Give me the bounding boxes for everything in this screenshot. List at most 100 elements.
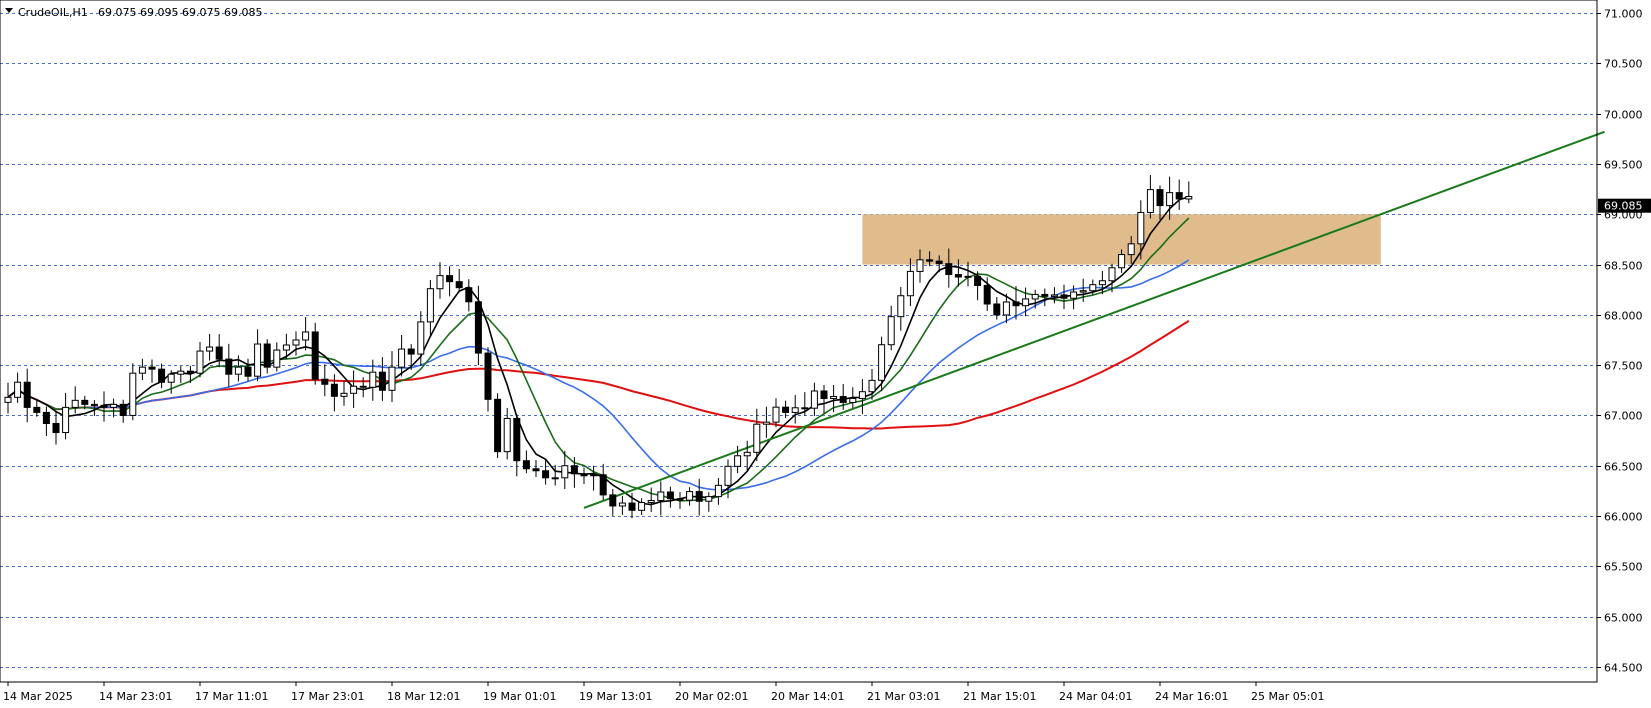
candle-body <box>858 391 866 399</box>
time-tick-label: 20 Mar 14:01 <box>771 690 844 703</box>
candle-body <box>724 465 732 486</box>
candle-body <box>561 465 569 479</box>
candle-body <box>426 288 434 323</box>
candle-body <box>1089 284 1097 292</box>
candle-body <box>71 399 79 408</box>
candle-body <box>119 403 127 416</box>
time-tick-label: 20 Mar 02:01 <box>675 690 748 703</box>
time-tick-label: 19 Mar 13:01 <box>579 690 652 703</box>
candle-body <box>964 275 972 278</box>
candle-body <box>158 368 166 383</box>
candle-body <box>993 303 1001 316</box>
candle-body <box>138 366 146 374</box>
time-tick-label: 24 Mar 04:01 <box>1059 690 1132 703</box>
price-tick-label: 70.500 <box>1604 58 1643 71</box>
candle-body <box>983 284 991 305</box>
chart-background <box>0 0 1651 708</box>
price-tick-label: 65.500 <box>1604 561 1643 574</box>
candle-body <box>599 474 607 496</box>
candle-body <box>282 344 290 351</box>
candle-body <box>100 404 108 408</box>
candle-body <box>378 371 386 391</box>
candle-body <box>1002 301 1010 316</box>
time-tick-label: 18 Mar 12:01 <box>387 690 460 703</box>
candle-body <box>762 421 770 425</box>
candle-body <box>465 287 473 303</box>
candle-body <box>42 411 50 424</box>
candle-body <box>110 403 118 408</box>
candle-body <box>1156 189 1164 207</box>
candle-body <box>839 396 847 403</box>
time-tick-label: 25 Mar 05:01 <box>1251 690 1324 703</box>
candle-body <box>532 468 540 472</box>
candle-body <box>1108 267 1116 282</box>
candle-body <box>417 321 425 355</box>
candle-body <box>33 406 41 413</box>
candle-body <box>186 370 194 374</box>
candle-body <box>398 348 406 368</box>
candle-body <box>618 502 626 507</box>
candle-body <box>1098 280 1106 286</box>
candle-body <box>542 470 550 479</box>
candle-body <box>954 274 962 278</box>
candle-body <box>254 343 262 377</box>
candle-body <box>772 406 780 423</box>
candle-body <box>263 343 271 368</box>
candle-body <box>167 373 175 383</box>
candle-body <box>4 396 12 403</box>
time-tick-label: 24 Mar 16:01 <box>1155 690 1228 703</box>
candle-body <box>887 316 895 346</box>
candle-body <box>1050 294 1058 297</box>
candle-body <box>23 381 31 408</box>
candle-body <box>801 407 809 410</box>
ohlc-values: 69.075 69.095 69.075 69.085 <box>98 6 262 19</box>
candle-body <box>484 352 492 400</box>
candle-body <box>906 270 914 297</box>
candle <box>311 322 319 385</box>
candle-body <box>81 399 89 405</box>
candle-body <box>215 346 223 360</box>
candle-body <box>1118 254 1126 269</box>
candle-body <box>273 349 281 368</box>
candle-body <box>753 423 761 453</box>
price-tick-label: 65.000 <box>1604 612 1643 625</box>
price-chart[interactable]: 71.00070.50070.00069.50069.00068.50068.0… <box>0 0 1651 708</box>
candle-body <box>945 263 953 276</box>
candle-body <box>62 406 70 434</box>
candle-body <box>878 344 886 381</box>
candle-body <box>321 378 329 385</box>
candle-body <box>849 397 857 403</box>
candle-body <box>129 372 137 416</box>
candle-body <box>695 491 703 502</box>
candle-body <box>148 366 156 370</box>
price-tick-label: 68.000 <box>1604 310 1643 323</box>
candle-body <box>359 385 367 388</box>
candle-body <box>926 259 934 262</box>
candle-body <box>494 398 502 453</box>
candle-body <box>503 417 511 453</box>
candle-body <box>225 358 233 375</box>
current-price-label: 69.085 <box>1604 200 1643 213</box>
candle-body <box>686 491 694 501</box>
price-tick-label: 67.000 <box>1604 410 1643 423</box>
candle-body <box>666 491 674 500</box>
price-tick-label: 66.000 <box>1604 511 1643 524</box>
time-tick-label: 19 Mar 01:01 <box>483 690 556 703</box>
candle-body <box>1166 192 1174 207</box>
candle-body <box>705 496 713 502</box>
candle-body <box>810 390 818 409</box>
time-tick-label: 14 Mar 23:01 <box>99 690 172 703</box>
candle-body <box>436 275 444 290</box>
candle-body <box>551 477 559 480</box>
candle-body <box>90 403 98 406</box>
candle-body <box>1079 290 1087 293</box>
candle-body <box>609 494 617 507</box>
candle-body <box>868 379 876 393</box>
candle-body <box>302 331 310 341</box>
price-tick-label: 67.500 <box>1604 360 1643 373</box>
candle-body <box>647 500 655 504</box>
candle <box>494 393 502 459</box>
candle-body <box>734 455 742 467</box>
candle-body <box>1070 291 1078 299</box>
candle-body <box>206 346 214 352</box>
